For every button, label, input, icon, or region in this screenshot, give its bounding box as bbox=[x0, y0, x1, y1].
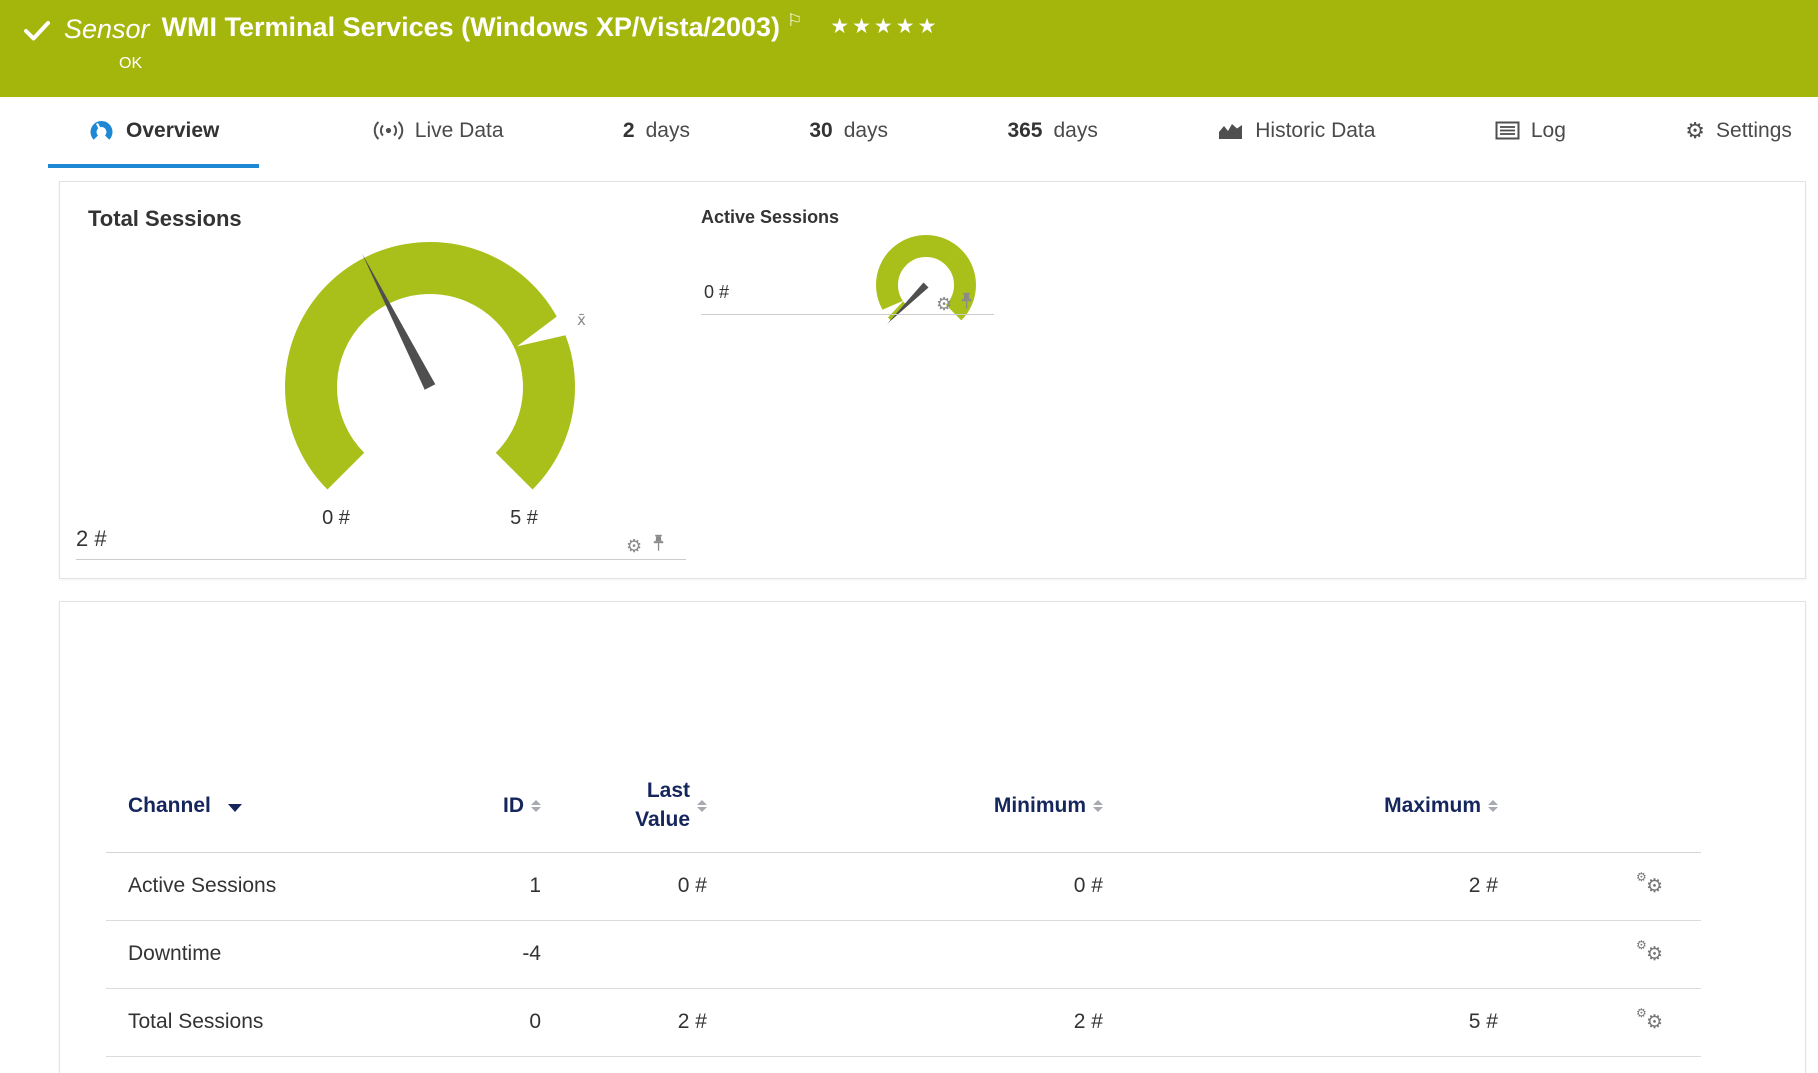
total-sessions-gauge: 0 # 5 # x̄ bbox=[240, 222, 620, 542]
cell-channel[interactable]: Active Sessions bbox=[106, 852, 386, 920]
object-type-label: Sensor bbox=[64, 14, 150, 45]
table-header-row: Channel ID Last Value bbox=[106, 760, 1701, 852]
broadcast-icon bbox=[373, 119, 404, 142]
table-row: Active Sessions 1 0 # 0 # 2 # ⚙⚙ bbox=[106, 852, 1701, 920]
total-sessions-title: Total Sessions bbox=[88, 206, 242, 232]
header-maximum[interactable]: Maximum bbox=[1103, 760, 1498, 852]
tab-30-days[interactable]: 30 days bbox=[803, 97, 894, 168]
cell-channel[interactable]: Downtime bbox=[106, 920, 386, 988]
cell-minimum: 0 # bbox=[707, 852, 1103, 920]
tab-settings[interactable]: ⚙ Settings bbox=[1679, 97, 1798, 168]
sort-icon[interactable] bbox=[531, 800, 541, 812]
cell-minimum bbox=[707, 920, 1103, 988]
tab-label: days bbox=[1054, 119, 1098, 143]
log-list-icon bbox=[1495, 120, 1520, 141]
cell-maximum bbox=[1103, 920, 1498, 988]
cell-last-value bbox=[541, 920, 707, 988]
tab-365-days[interactable]: 365 days bbox=[1001, 97, 1103, 168]
tab-overview[interactable]: Overview bbox=[48, 97, 259, 168]
channels-panel: Channel ID Last Value bbox=[59, 601, 1806, 1073]
header-id[interactable]: ID bbox=[386, 760, 541, 852]
tab-historic-data[interactable]: Historic Data bbox=[1211, 97, 1381, 168]
cell-maximum: 2 # bbox=[1103, 852, 1498, 920]
priority-stars[interactable]: ★★★★★ bbox=[830, 14, 939, 39]
tab-label: Overview bbox=[126, 119, 219, 143]
sensor-status-badge: OK bbox=[119, 55, 1818, 73]
tab-number: 2 bbox=[623, 119, 635, 143]
sort-icon[interactable] bbox=[1488, 800, 1498, 812]
cell-maximum: 5 # bbox=[1103, 988, 1498, 1056]
channel-settings-gear-icon[interactable]: ⚙⚙ bbox=[1636, 871, 1663, 896]
active-sessions-gauge bbox=[861, 228, 991, 343]
tab-label: days bbox=[844, 119, 888, 143]
flag-icon[interactable]: ⚐ bbox=[787, 11, 802, 31]
tab-bar: Overview Live Data 2 days 30 days 365 da… bbox=[0, 97, 1818, 168]
sort-icon[interactable] bbox=[697, 800, 707, 812]
cell-minimum: 2 # bbox=[707, 988, 1103, 1056]
sort-icon[interactable] bbox=[1093, 800, 1103, 812]
sort-desc-icon bbox=[228, 804, 242, 812]
sensor-header: Sensor WMI Terminal Services (Windows XP… bbox=[0, 0, 1818, 97]
cell-id: -4 bbox=[386, 920, 541, 988]
sensor-title: WMI Terminal Services (Windows XP/Vista/… bbox=[162, 12, 780, 43]
cell-id: 0 bbox=[386, 988, 541, 1056]
pin-icon[interactable] bbox=[960, 292, 973, 315]
channel-gear-icon[interactable]: ⚙ bbox=[626, 537, 642, 555]
active-sessions-value: 0 # bbox=[704, 282, 729, 303]
active-sessions-title: Active Sessions bbox=[701, 207, 839, 228]
table-row: Downtime -4 ⚙⚙ bbox=[106, 920, 1701, 988]
total-sessions-value: 2 # bbox=[76, 526, 107, 552]
tab-label: days bbox=[646, 119, 690, 143]
tab-label: Log bbox=[1531, 119, 1566, 143]
tab-label: Settings bbox=[1716, 119, 1792, 143]
gauge-min-label: 0 # bbox=[322, 507, 351, 529]
tab-log[interactable]: Log bbox=[1489, 97, 1572, 168]
cell-last-value: 2 # bbox=[541, 988, 707, 1056]
gauges-panel: Total Sessions 0 # 5 # x̄ 2 # ⚙ Active S… bbox=[59, 181, 1806, 579]
status-check-icon bbox=[24, 20, 50, 47]
gauge-icon bbox=[88, 119, 115, 143]
gear-icon: ⚙ bbox=[1685, 120, 1705, 142]
divider bbox=[76, 559, 686, 560]
tab-2-days[interactable]: 2 days bbox=[617, 97, 696, 168]
tab-number: 365 bbox=[1007, 119, 1042, 143]
channel-settings-gear-icon[interactable]: ⚙⚙ bbox=[1636, 939, 1663, 964]
cell-channel[interactable]: Total Sessions bbox=[106, 988, 386, 1056]
table-row: Total Sessions 0 2 # 2 # 5 # ⚙⚙ bbox=[106, 988, 1701, 1056]
average-marker-label: x̄ bbox=[577, 311, 586, 329]
channel-gear-icon[interactable]: ⚙ bbox=[936, 295, 952, 313]
area-chart-icon bbox=[1217, 120, 1244, 142]
channel-settings-gear-icon[interactable]: ⚙⚙ bbox=[1636, 1007, 1663, 1032]
pin-icon[interactable] bbox=[652, 534, 665, 557]
tab-number: 30 bbox=[809, 119, 832, 143]
header-actions bbox=[1498, 760, 1701, 852]
tab-label: Historic Data bbox=[1255, 119, 1375, 143]
gauge-max-label: 5 # bbox=[510, 507, 539, 529]
header-minimum[interactable]: Minimum bbox=[707, 760, 1103, 852]
header-channel[interactable]: Channel bbox=[106, 760, 386, 852]
tab-label: Live Data bbox=[415, 119, 504, 143]
tab-live-data[interactable]: Live Data bbox=[367, 97, 510, 168]
cell-last-value: 0 # bbox=[541, 852, 707, 920]
channels-table: Channel ID Last Value bbox=[106, 760, 1701, 1057]
cell-id: 1 bbox=[386, 852, 541, 920]
header-last-value[interactable]: Last Value bbox=[541, 760, 707, 852]
